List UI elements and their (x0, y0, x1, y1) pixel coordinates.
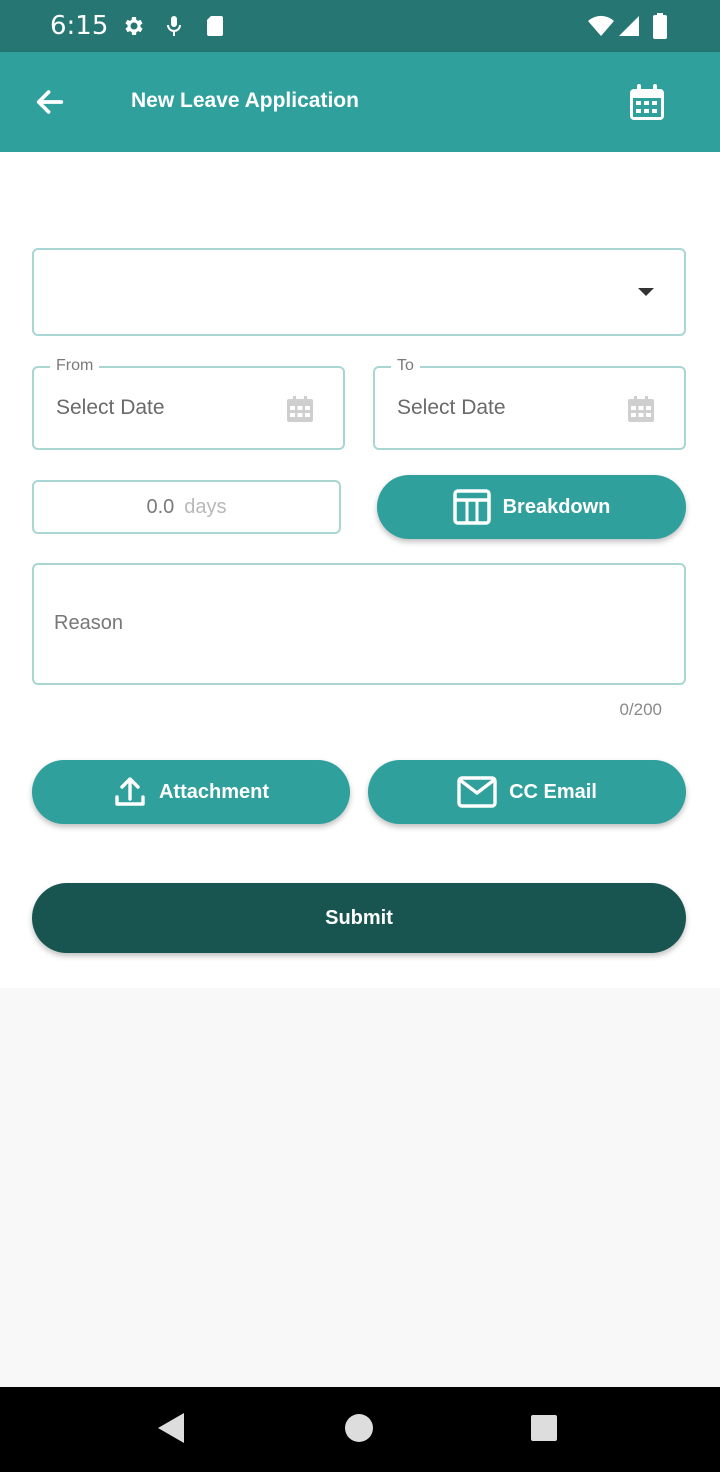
home-circle-icon[interactable] (344, 1413, 374, 1443)
table-icon (452, 489, 491, 525)
calendar-button[interactable] (626, 82, 668, 124)
breakdown-button[interactable]: Breakdown (377, 475, 686, 539)
signal-icon (619, 16, 639, 36)
arrow-left-icon (36, 90, 64, 114)
from-label: From (50, 357, 100, 375)
battery-icon (653, 13, 667, 39)
sd-card-icon (207, 16, 223, 36)
to-label: To (391, 357, 420, 375)
wifi-icon (588, 15, 614, 36)
page-title: New Leave Application (131, 89, 359, 112)
recents-square-icon[interactable] (530, 1414, 558, 1442)
to-date-placeholder: Select Date (397, 396, 506, 419)
app-bar: New Leave Application (0, 52, 720, 152)
character-counter: 0/200 (619, 700, 662, 719)
from-date-field[interactable]: From Select Date (32, 357, 345, 450)
back-button[interactable] (30, 82, 70, 122)
calendar-icon (630, 84, 664, 120)
days-unit: days (184, 495, 227, 518)
submit-button[interactable]: Submit (32, 883, 686, 953)
leave-type-dropdown[interactable] (32, 248, 686, 336)
back-triangle-icon[interactable] (156, 1411, 188, 1445)
system-nav-bar (0, 1387, 720, 1472)
breakdown-label: Breakdown (502, 495, 611, 518)
submit-label: Submit (325, 906, 393, 929)
to-date-field[interactable]: To Select Date (373, 357, 686, 450)
caret-down-icon (638, 288, 654, 296)
from-date-placeholder: Select Date (56, 396, 165, 419)
days-count-field: 0.0 days (32, 480, 341, 534)
attachment-label: Attachment (158, 780, 269, 803)
calendar-icon (287, 396, 313, 422)
calendar-icon (628, 396, 654, 422)
mail-icon (457, 776, 497, 808)
mic-icon (167, 16, 181, 36)
status-time: 6:15 (50, 11, 109, 41)
attachment-button[interactable]: Attachment (32, 760, 350, 824)
gear-icon (125, 17, 143, 35)
days-value: 0.0 (146, 495, 175, 518)
upload-icon (115, 777, 145, 806)
cc-email-button[interactable]: CC Email (368, 760, 686, 824)
status-bar: 6:15 (0, 0, 720, 52)
reason-input[interactable]: Reason (32, 563, 686, 685)
cc-email-label: CC Email (509, 780, 597, 803)
leave-form: From Select Date To Select Date 0.0 days (0, 152, 720, 988)
reason-placeholder: Reason (54, 612, 123, 634)
